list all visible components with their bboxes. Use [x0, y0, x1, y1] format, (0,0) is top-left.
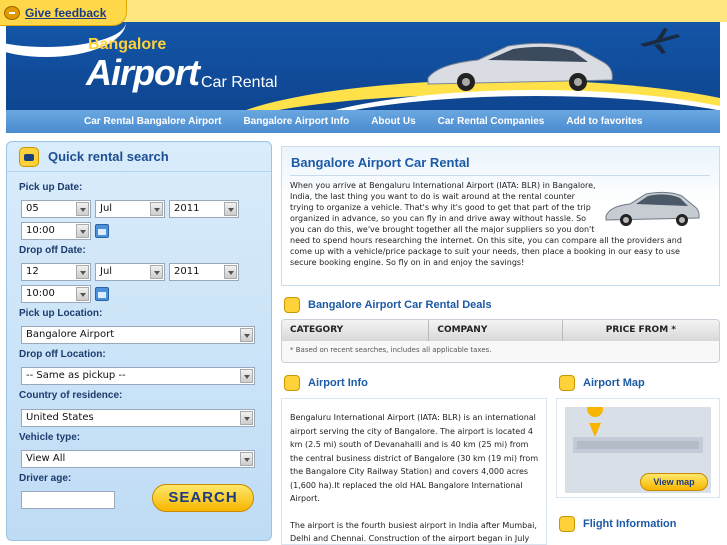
- residence-label: Country of residence:: [19, 390, 123, 401]
- nav-about-us[interactable]: About Us: [371, 116, 415, 127]
- pickup-month-select[interactable]: Jul: [95, 200, 165, 218]
- airport-map-header: Airport Map: [559, 375, 645, 391]
- dropoff-day-select[interactable]: 12: [21, 263, 91, 281]
- page-title: Bangalore Airport Car Rental: [291, 155, 470, 170]
- pickup-location-select[interactable]: Bangalore Airport: [21, 326, 255, 344]
- logo-sub: Car Rental: [201, 74, 278, 91]
- car-icon: [284, 297, 300, 313]
- vehicle-type-select[interactable]: View All: [21, 450, 255, 468]
- chevron-down-icon: [76, 265, 89, 279]
- map-pin-icon: [559, 375, 575, 391]
- car-icon: [427, 42, 613, 91]
- nav-rental-companies[interactable]: Car Rental Companies: [438, 116, 545, 127]
- vehicle-type-label: Vehicle type:: [19, 432, 81, 443]
- airplane-icon: [559, 516, 575, 532]
- calendar-icon[interactable]: [95, 224, 109, 238]
- chevron-down-icon: [240, 452, 253, 466]
- car-image: [605, 191, 700, 226]
- chevron-down-icon: [76, 224, 89, 238]
- pickup-location-label: Pick up Location:: [19, 308, 103, 319]
- info-paragraph: The airport is the fourth busiest airpor…: [290, 520, 537, 544]
- view-map-button[interactable]: View map: [640, 473, 708, 491]
- intro-panel: Bangalore Airport Car Rental When you ar…: [281, 146, 720, 286]
- driver-age-label: Driver age:: [19, 473, 72, 484]
- airport-map-title: Airport Map: [583, 377, 645, 389]
- info-icon: [284, 375, 300, 391]
- quick-search-header: Quick rental search: [7, 142, 271, 172]
- dropoff-date-label: Drop off Date:: [19, 245, 86, 256]
- nav-airport-info[interactable]: Bangalore Airport Info: [243, 116, 349, 127]
- site-header: Bangalore Airport Car Rental: [6, 22, 720, 110]
- airport-info-header: Airport Info: [284, 375, 368, 391]
- chevron-down-icon: [150, 202, 163, 216]
- divider: [290, 175, 710, 176]
- driver-age-input[interactable]: [21, 491, 115, 509]
- dropoff-time-select[interactable]: 10:00: [21, 285, 91, 303]
- logo-main: Airport: [86, 52, 200, 93]
- feedback-label: Give feedback: [25, 5, 107, 20]
- pickup-time-select[interactable]: 10:00: [21, 222, 91, 240]
- dropoff-year-select[interactable]: 2011: [169, 263, 239, 281]
- residence-select[interactable]: United States: [21, 409, 255, 427]
- pickup-year-select[interactable]: 2011: [169, 200, 239, 218]
- give-feedback-link[interactable]: Give feedback: [0, 0, 127, 26]
- col-category[interactable]: CATEGORY: [282, 320, 430, 341]
- chevron-down-icon: [76, 202, 89, 216]
- dropoff-month-select[interactable]: Jul: [95, 263, 165, 281]
- chevron-down-icon: [240, 328, 253, 342]
- deals-title: Bangalore Airport Car Rental Deals: [308, 299, 492, 311]
- info-paragraph: Bengaluru International Airport (IATA: B…: [290, 413, 539, 503]
- chevron-down-icon: [224, 265, 237, 279]
- airport-info-title: Airport Info: [308, 377, 368, 389]
- flight-info-header: Flight Information: [559, 516, 676, 532]
- car-icon: [19, 146, 39, 167]
- chevron-down-icon: [150, 265, 163, 279]
- quick-search-panel: Quick rental search Pick up Date: 05 Jul…: [6, 141, 272, 541]
- main-nav: Car Rental Bangalore Airport Bangalore A…: [6, 110, 720, 133]
- intro-text-block: When you arrive at Bengaluru Internation…: [290, 180, 702, 268]
- search-button[interactable]: SEARCH: [152, 484, 254, 512]
- deals-table: CATEGORY COMPANY PRICE FROM * * Based on…: [281, 319, 720, 363]
- dropoff-location-label: Drop off Location:: [19, 349, 106, 360]
- col-company[interactable]: COMPANY: [429, 320, 563, 341]
- deals-note: * Based on recent searches, includes all…: [282, 341, 719, 362]
- nav-car-rental[interactable]: Car Rental Bangalore Airport: [84, 116, 221, 127]
- flight-info-title[interactable]: Flight Information: [583, 518, 676, 530]
- airport-info-panel: Bengaluru International Airport (IATA: B…: [281, 398, 547, 545]
- chevron-down-icon: [76, 287, 89, 301]
- chevron-down-icon: [240, 369, 253, 383]
- chevron-down-icon: [240, 411, 253, 425]
- chevron-down-icon: [224, 202, 237, 216]
- calendar-icon[interactable]: [95, 287, 109, 301]
- airplane-icon: [640, 28, 680, 54]
- deals-header: Bangalore Airport Car Rental Deals: [284, 297, 492, 313]
- nav-add-favorites[interactable]: Add to favorites: [566, 116, 642, 127]
- pickup-date-label: Pick up Date:: [19, 182, 83, 193]
- col-price[interactable]: PRICE FROM *: [563, 320, 719, 341]
- quick-search-title: Quick rental search: [48, 149, 169, 164]
- dropoff-location-select[interactable]: -- Same as pickup --: [21, 367, 255, 385]
- speech-bubble-icon: [4, 5, 20, 20]
- pickup-day-select[interactable]: 05: [21, 200, 91, 218]
- airport-info-text: Bengaluru International Airport (IATA: B…: [290, 411, 540, 545]
- deals-table-header: CATEGORY COMPANY PRICE FROM *: [282, 320, 719, 341]
